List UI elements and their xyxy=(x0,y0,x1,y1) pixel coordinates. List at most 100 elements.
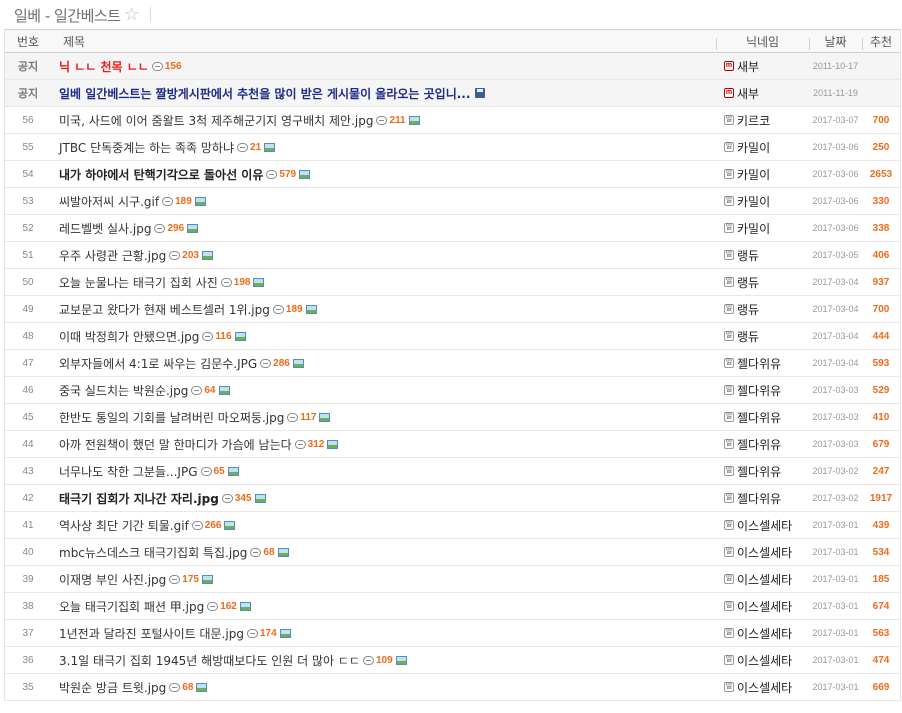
favorite-star-icon[interactable]: ☆ xyxy=(124,6,140,24)
post-title-link[interactable]: 너무나도 착한 그분들...JPG xyxy=(59,463,198,480)
comment-count[interactable]: 266 xyxy=(191,520,221,531)
author-nickname[interactable]: 젤다위유 xyxy=(737,490,781,507)
post-title-link[interactable]: 일베 일간베스트는 짤방게시판에서 추천을 많이 받은 게시물이 올라오는 곳입… xyxy=(59,85,470,102)
post-title-link[interactable]: 오늘 눈물나는 태극기 집회 사진 xyxy=(59,274,218,291)
comment-count[interactable]: 203 xyxy=(169,250,199,261)
recommend-count: 593 xyxy=(872,357,890,369)
post-title-link[interactable]: mbc뉴스데스크 태극기집회 특집.jpg xyxy=(59,544,247,561)
post-title-link[interactable]: 우주 사령관 근황.jpg xyxy=(59,247,166,264)
member-level-icon: 일 xyxy=(724,196,734,206)
comment-count[interactable]: 162 xyxy=(207,601,237,612)
author-nickname[interactable]: 이스셀세타 xyxy=(737,625,792,642)
member-level-icon: 일 xyxy=(724,520,734,530)
image-attachment-icon xyxy=(201,574,213,584)
author-nickname[interactable]: 카밀이 xyxy=(737,193,770,210)
comment-bubble-icon xyxy=(272,304,284,314)
comment-bubble-icon xyxy=(202,331,214,341)
post-number: 47 xyxy=(22,357,34,369)
comment-count[interactable]: 21 xyxy=(237,142,261,153)
author-nickname[interactable]: 랭듀 xyxy=(737,247,759,264)
author-nickname[interactable]: 이스셀세타 xyxy=(737,544,792,561)
comment-bubble-icon xyxy=(169,250,181,260)
table-row: 47 외부자들에서 4:1로 싸우는 김문수.JPG 286 일 젤다위유 2017-03… xyxy=(5,350,900,377)
post-date: 2017-03-06 xyxy=(812,169,859,179)
post-number: 55 xyxy=(22,141,34,153)
author-nickname[interactable]: 이스셀세타 xyxy=(737,652,792,669)
image-attachment-icon xyxy=(218,385,230,395)
comment-count[interactable]: 286 xyxy=(260,358,290,369)
comment-count[interactable]: 189 xyxy=(272,304,303,315)
post-title-link[interactable]: 중국 실드치는 박원순.jpg xyxy=(59,382,188,399)
comment-count[interactable]: 68 xyxy=(250,547,275,558)
comment-bubble-icon xyxy=(237,142,249,152)
comment-count[interactable]: 174 xyxy=(246,628,277,639)
table-row: 49 교보문고 왔다가 현재 베스트셀러 1위.jpg 189 일 랭듀 2017-03-… xyxy=(5,296,900,323)
post-number: 공지 xyxy=(17,88,39,100)
author-nickname[interactable]: 카밀이 xyxy=(737,220,770,237)
post-title-link[interactable]: 아까 전원책이 했던 말 한마디가 가슴에 남는다 xyxy=(59,436,292,453)
post-title-link[interactable]: 씨발아저씨 시구.gif xyxy=(59,193,159,210)
author-nickname[interactable]: 키르코 xyxy=(737,112,770,129)
comment-count[interactable]: 189 xyxy=(162,196,192,207)
comment-count[interactable]: 296 xyxy=(154,223,184,234)
post-title-link[interactable]: 한반도 통일의 기회를 날려버린 마오쩌둥.jpg xyxy=(59,409,284,426)
header-no: 번호 xyxy=(16,34,40,49)
comment-count[interactable]: 117 xyxy=(287,412,316,423)
image-attachment-icon xyxy=(227,466,239,476)
author-nickname[interactable]: 새부 xyxy=(737,58,759,75)
author-nickname[interactable]: 카밀이 xyxy=(737,139,770,156)
author-nickname[interactable]: 랭듀 xyxy=(737,301,759,318)
comment-count[interactable]: 312 xyxy=(294,439,324,450)
post-title-link[interactable]: 이재명 부인 사진.jpg xyxy=(59,571,166,588)
author-nickname[interactable]: 이스셀세타 xyxy=(737,571,792,588)
post-title-link[interactable]: 1년전과 달라진 포털사이트 대문.jpg xyxy=(59,625,244,642)
author-nickname[interactable]: 이스셀세타 xyxy=(737,598,792,615)
author-cell: 일 이스셀세타 xyxy=(716,571,809,588)
table-row: 43 너무나도 착한 그분들...JPG 65 일 젤다위유 2017-03-02 247 xyxy=(5,458,900,485)
author-nickname[interactable]: 랭듀 xyxy=(737,328,759,345)
comment-count[interactable]: 345 xyxy=(221,493,252,504)
post-title-link[interactable]: 교보문고 왔다가 현재 베스트셀러 1위.jpg xyxy=(59,301,270,318)
author-nickname[interactable]: 랭듀 xyxy=(737,274,759,291)
author-cell: 일 이스셀세타 xyxy=(716,679,809,696)
post-title-link[interactable]: 내가 하야에서 탄핵기각으로 돌아선 이유 xyxy=(59,166,263,183)
member-level-icon: 일 xyxy=(724,142,734,152)
admin-badge-icon: m xyxy=(724,88,734,98)
comment-count[interactable]: 156 xyxy=(151,61,182,72)
post-title-link[interactable]: 닉 ㄴㄴ 천목 ㄴㄴ xyxy=(59,58,149,75)
post-title-link[interactable]: JTBC 단독중계는 하는 족족 망하냐 xyxy=(59,139,234,156)
author-nickname[interactable]: 젤다위유 xyxy=(737,382,781,399)
post-title-link[interactable]: 외부자들에서 4:1로 싸우는 김문수.JPG xyxy=(59,355,257,372)
author-nickname[interactable]: 새부 xyxy=(737,85,759,102)
author-nickname[interactable]: 젤다위유 xyxy=(737,463,781,480)
author-cell: 일 이스셀세타 xyxy=(716,544,809,561)
comment-count[interactable]: 579 xyxy=(266,169,296,180)
comment-count[interactable]: 64 xyxy=(191,385,216,396)
comment-count[interactable]: 211 xyxy=(376,115,406,126)
post-date: 2017-03-01 xyxy=(812,628,859,638)
author-nickname[interactable]: 이스셀세타 xyxy=(737,517,792,534)
comment-count[interactable]: 68 xyxy=(169,682,193,693)
post-title-link[interactable]: 역사상 최단 기간 퇴물.gif xyxy=(59,517,189,534)
post-title-link[interactable]: 레드벨벳 실사.jpg xyxy=(59,220,151,237)
author-nickname[interactable]: 젤다위유 xyxy=(737,355,781,372)
author-nickname[interactable]: 젤다위유 xyxy=(737,436,781,453)
author-nickname[interactable]: 카밀이 xyxy=(737,166,770,183)
image-attachment-icon xyxy=(279,628,291,638)
comment-count[interactable]: 116 xyxy=(202,331,232,342)
comment-count[interactable]: 109 xyxy=(362,655,393,666)
author-nickname[interactable]: 젤다위유 xyxy=(737,409,781,426)
post-title-link[interactable]: 3.1일 태극기 집회 1945년 해방때보다도 인원 더 많아 ㄷㄷ xyxy=(59,652,360,669)
post-title-link[interactable]: 박원순 방금 트윗.jpg xyxy=(59,679,166,696)
table-row: 56 미국, 사드에 이어 줌왈트 3척 제주해군기지 영구배치 제안.jpg 21… xyxy=(5,107,900,134)
post-title-link[interactable]: 태극기 집회가 지나간 자리.jpg xyxy=(59,490,219,507)
author-cell: 일 젤다위유 xyxy=(716,382,809,399)
post-title-link[interactable]: 미국, 사드에 이어 줌왈트 3척 제주해군기지 영구배치 제안.jpg xyxy=(59,112,373,129)
board-title[interactable]: 일베 - 일간베스트 xyxy=(14,5,121,26)
comment-count[interactable]: 175 xyxy=(169,574,199,585)
post-title-link[interactable]: 이때 박정희가 안됐으면.jpg xyxy=(59,328,199,345)
comment-count[interactable]: 198 xyxy=(220,277,250,288)
post-title-link[interactable]: 오늘 태극기집회 패션 甲.jpg xyxy=(59,598,204,615)
author-nickname[interactable]: 이스셀세타 xyxy=(737,679,792,696)
comment-count[interactable]: 65 xyxy=(200,466,225,477)
